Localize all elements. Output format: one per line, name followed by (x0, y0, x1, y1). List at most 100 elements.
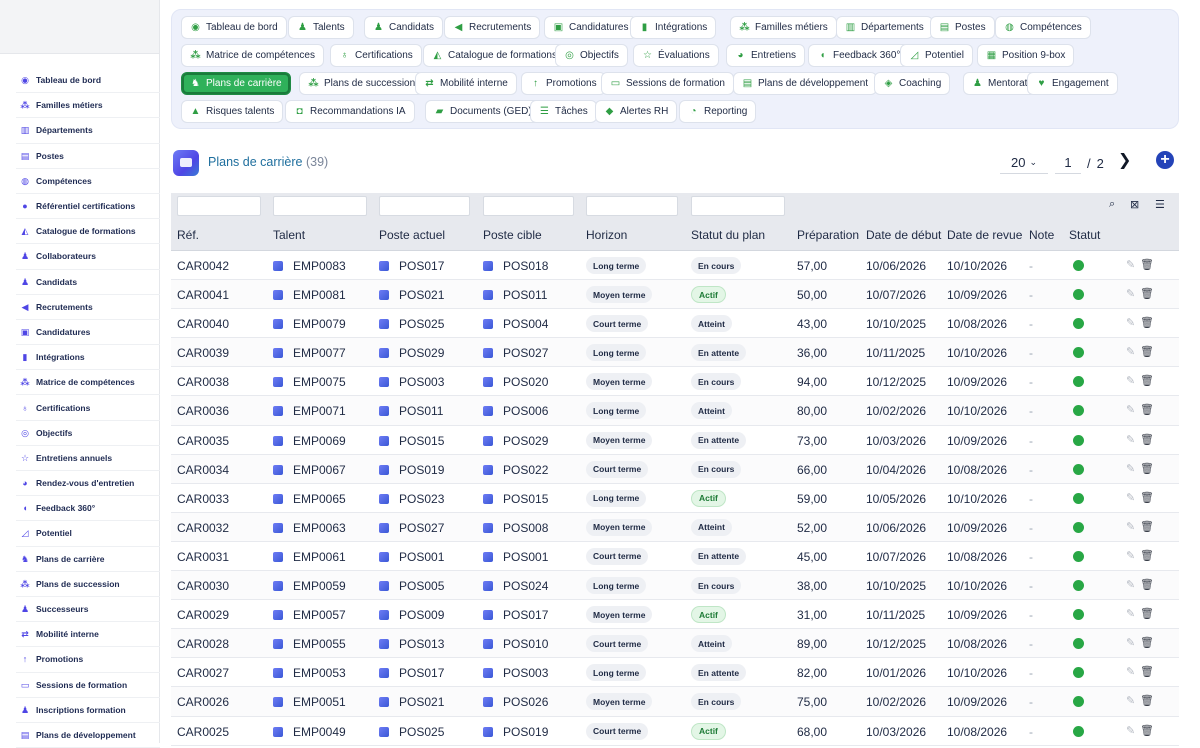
tab[interactable]: ◖ Feedback 360° (808, 44, 910, 67)
column-header[interactable]: Préparation (797, 228, 859, 242)
delete-icon[interactable]: 🗑 (1140, 549, 1154, 562)
table-row[interactable]: CAR0033 EMP0065 POS023 POS015 Long terme Acti… (171, 483, 1179, 513)
delete-icon[interactable]: 🗑 (1140, 636, 1154, 649)
tab[interactable]: ♟ Talents (288, 16, 354, 39)
current-position-cell[interactable]: POS005 (379, 579, 444, 593)
sidebar-item[interactable]: ♞ Plans de carrière (16, 547, 160, 572)
tab[interactable]: ↑ Promotions (521, 72, 606, 95)
sidebar-item[interactable]: ◍ Compétences (16, 169, 160, 194)
current-position-cell[interactable]: POS013 (379, 637, 444, 651)
tab[interactable]: ⁂ Matrice de compétences (181, 44, 324, 67)
current-position-cell[interactable]: POS029 (379, 346, 444, 360)
talent-cell[interactable]: EMP0067 (273, 463, 346, 477)
column-filter-input[interactable] (691, 196, 785, 216)
tab[interactable]: ▭ Sessions de formation (601, 72, 734, 95)
edit-icon[interactable]: ✎ (1126, 433, 1135, 446)
delete-icon[interactable]: 🗑 (1140, 665, 1154, 678)
tab[interactable]: ◿ Potentiel (900, 44, 973, 67)
talent-cell[interactable]: EMP0051 (273, 695, 346, 709)
current-position-cell[interactable]: POS023 (379, 492, 444, 506)
edit-icon[interactable]: ✎ (1126, 462, 1135, 475)
column-header[interactable]: Horizon (586, 228, 627, 242)
edit-icon[interactable]: ✎ (1126, 607, 1135, 620)
tab[interactable]: ◀ Recrutements (444, 16, 541, 39)
tab[interactable]: ◔ Reporting (679, 100, 757, 123)
sidebar-item[interactable]: ♟ Inscriptions formation (16, 698, 160, 723)
talent-cell[interactable]: EMP0077 (273, 346, 346, 360)
edit-icon[interactable]: ✎ (1126, 287, 1135, 300)
delete-icon[interactable]: 🗑 (1140, 694, 1154, 707)
edit-icon[interactable]: ✎ (1126, 316, 1135, 329)
current-position-cell[interactable]: POS017 (379, 666, 444, 680)
tab[interactable]: ♟ Candidats (364, 16, 444, 39)
delete-icon[interactable]: 🗑 (1140, 258, 1154, 271)
tab[interactable]: ◆ Alertes RH (595, 100, 678, 123)
table-row[interactable]: CAR0042 EMP0083 POS017 POS018 Long terme En c… (171, 251, 1179, 281)
sidebar-item[interactable]: ▣ Candidatures (16, 320, 160, 346)
sidebar-item[interactable]: ♟ Candidats (16, 270, 160, 295)
current-page-input[interactable]: 1 (1055, 152, 1081, 174)
target-position-cell[interactable]: POS015 (483, 492, 548, 506)
table-row[interactable]: CAR0040 EMP0079 POS025 POS004 Court terme Att… (171, 309, 1179, 339)
sidebar-item[interactable]: ◎ Objectifs (16, 421, 160, 446)
sidebar-item[interactable]: ♁ Certifications (16, 395, 160, 421)
talent-cell[interactable]: EMP0075 (273, 375, 346, 389)
sidebar-item[interactable]: ▭ Sessions de formation (16, 673, 160, 698)
sidebar-item[interactable]: ◕ Rendez-vous d'entretien (16, 471, 160, 497)
page-size-select[interactable]: 20 ⌄ (1000, 152, 1048, 174)
table-row[interactable]: CAR0032 EMP0063 POS027 POS008 Moyen terme Att… (171, 512, 1179, 542)
edit-icon[interactable]: ✎ (1126, 520, 1135, 533)
add-button[interactable]: + (1156, 151, 1174, 169)
target-position-cell[interactable]: POS020 (483, 375, 548, 389)
talent-cell[interactable]: EMP0061 (273, 550, 346, 564)
column-filter-input[interactable] (379, 196, 470, 216)
tab[interactable]: ◍ Compétences (995, 16, 1091, 39)
talent-cell[interactable]: EMP0065 (273, 492, 346, 506)
current-position-cell[interactable]: POS017 (379, 259, 444, 273)
delete-icon[interactable]: 🗑 (1140, 578, 1154, 591)
edit-icon[interactable]: ✎ (1126, 724, 1135, 737)
tab[interactable]: ◈ Coaching (874, 72, 951, 95)
sidebar-item[interactable]: ▤ Postes (16, 144, 160, 169)
target-position-cell[interactable]: POS010 (483, 637, 548, 651)
tab[interactable]: ▰ Documents (GED) (425, 100, 541, 123)
delete-icon[interactable]: 🗑 (1140, 316, 1154, 329)
tab[interactable]: ◘ Recommandations IA (285, 100, 415, 123)
sidebar-item[interactable]: ⁂ Plans de succession (16, 572, 160, 597)
column-header[interactable]: Statut (1069, 228, 1100, 242)
talent-cell[interactable]: EMP0057 (273, 608, 346, 622)
tab[interactable]: ▥ Départements (836, 16, 933, 39)
current-position-cell[interactable]: POS019 (379, 463, 444, 477)
table-row[interactable]: CAR0035 EMP0069 POS015 POS029 Moyen terme En … (171, 425, 1179, 455)
table-row[interactable]: CAR0039 EMP0077 POS029 POS027 Long terme En a… (171, 338, 1179, 368)
tab[interactable]: ♞ Plans de carrière (181, 72, 291, 95)
tab[interactable]: ◎ Objectifs (555, 44, 628, 67)
column-filter-input[interactable] (177, 196, 261, 216)
tab[interactable]: ▮ Intégrations (630, 16, 717, 39)
sidebar-item[interactable]: ◉ Tableau de bord (16, 68, 160, 94)
sidebar-item[interactable]: ⁂ Familles métiers (16, 93, 160, 119)
delete-icon[interactable]: 🗑 (1140, 462, 1154, 475)
edit-icon[interactable]: ✎ (1126, 403, 1135, 416)
column-header[interactable]: Statut du plan (691, 228, 765, 242)
delete-icon[interactable]: 🗑 (1140, 607, 1154, 620)
talent-cell[interactable]: EMP0081 (273, 288, 346, 302)
delete-icon[interactable]: 🗑 (1140, 520, 1154, 533)
delete-icon[interactable]: 🗑 (1140, 491, 1154, 504)
current-position-cell[interactable]: POS003 (379, 375, 444, 389)
delete-icon[interactable]: 🗑 (1140, 287, 1154, 300)
target-position-cell[interactable]: POS011 (483, 288, 547, 302)
table-row[interactable]: CAR0027 EMP0053 POS017 POS003 Long terme En a… (171, 658, 1179, 688)
talent-cell[interactable]: EMP0069 (273, 434, 346, 448)
current-position-cell[interactable]: POS009 (379, 608, 444, 622)
column-header[interactable]: Talent (273, 228, 305, 242)
delete-icon[interactable]: 🗑 (1140, 403, 1154, 416)
edit-icon[interactable]: ✎ (1126, 549, 1135, 562)
tab[interactable]: ⇄ Mobilité interne (415, 72, 517, 95)
talent-cell[interactable]: EMP0071 (273, 404, 346, 418)
current-position-cell[interactable]: POS027 (379, 521, 444, 535)
tab[interactable]: ▣ Candidatures (544, 16, 638, 39)
target-position-cell[interactable]: POS003 (483, 666, 548, 680)
tab[interactable]: ♟ Mentorat (963, 72, 1037, 95)
sidebar-item[interactable]: ● Référentiel certifications (16, 194, 160, 220)
